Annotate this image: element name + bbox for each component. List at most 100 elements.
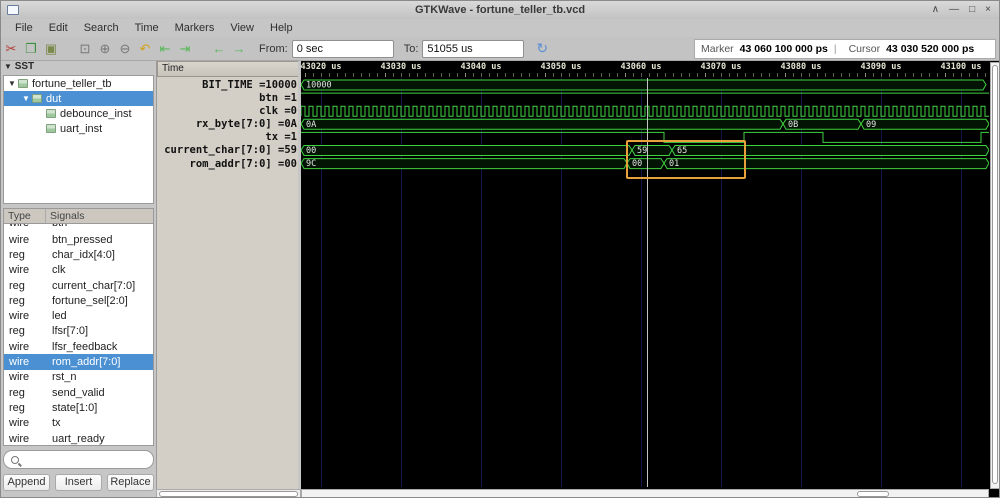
back-icon[interactable]: ← — [209, 39, 229, 59]
copy-icon[interactable]: ❐ — [21, 39, 41, 59]
signal-name-value[interactable]: BIT_TIME =10000 — [157, 79, 301, 92]
to-start-icon[interactable]: ⇤ — [155, 39, 175, 59]
window-title: GTKWave - fortune_teller_tb.vcd — [414, 4, 586, 16]
tree-item-dut[interactable]: ▼ dut — [4, 91, 153, 106]
marker-label: Marker — [701, 43, 734, 55]
waveform-panel[interactable]: 43020 us 43030 us 43040 us 43050 us 43060 us… — [301, 61, 999, 497]
signals-column-header[interactable]: Signals — [46, 209, 88, 223]
from-input[interactable] — [291, 39, 394, 58]
signal-row-fortune_sel[2:0][interactable]: reg fortune_sel[2:0] — [4, 293, 153, 308]
signal-row-btn[interactable]: wirebtn — [4, 224, 153, 232]
signal-row-lfsr[7:0][interactable]: reg lfsr[7:0] — [4, 324, 153, 339]
shade-button[interactable]: ∧ — [932, 1, 939, 19]
time-axis[interactable]: 43020 us 43030 us 43040 us 43050 us 43060 us… — [301, 61, 989, 78]
title-bar[interactable]: GTKWave - fortune_teller_tb.vcd ∧ — □ × — [1, 1, 999, 19]
signal-name-value[interactable]: clk =0 — [157, 105, 301, 118]
signal-type: wire — [9, 432, 30, 445]
menu-help[interactable]: Help — [262, 20, 301, 36]
signal-name-value[interactable]: current_char[7:0] =59 — [157, 144, 301, 157]
tree-item-label: fortune_teller_tb — [32, 77, 112, 90]
menu-view[interactable]: View — [222, 20, 262, 36]
signal-row-lfsr_feedback[interactable]: wire lfsr_feedback — [4, 339, 153, 354]
zoom-in-icon[interactable]: ⊕ — [95, 39, 115, 59]
time-tick-label: 43040 us — [460, 62, 502, 72]
cursor-label: Cursor — [848, 43, 881, 55]
wave-vscrollbar[interactable] — [990, 62, 999, 489]
signal-row-char_idx[4:0][interactable]: reg char_idx[4:0] — [4, 247, 153, 262]
wave-hscrollbar[interactable] — [301, 489, 989, 497]
signal-name-value[interactable]: rx_byte[7:0] =0A — [157, 118, 301, 131]
highlight-annotation-box — [626, 140, 746, 179]
wave-vscrollbar-thumb[interactable] — [992, 65, 998, 484]
signal-table: Type Signals wirebtnwirebtn_pressedregch… — [3, 208, 154, 446]
signal-row-state[1:0][interactable]: reg state[1:0] — [4, 400, 153, 415]
time-tick-label: 43030 us — [380, 62, 422, 72]
bus-segment-current_char[7:0][interactable] — [301, 145, 633, 156]
signal-row-rst_n[interactable]: wire rst_n — [4, 370, 153, 385]
tree-item-fortune_teller_tb[interactable]: ▼ fortune_teller_tb — [4, 76, 153, 91]
type-column-header[interactable]: Type — [4, 209, 46, 223]
module-icon — [46, 124, 56, 133]
signal-name-value[interactable]: rom_addr[7:0] =00 — [157, 158, 301, 171]
maximize-button[interactable]: □ — [969, 1, 975, 19]
signal-name-value[interactable]: btn =1 — [157, 92, 301, 105]
bus-value-label: 00 — [306, 146, 316, 156]
zoom-fit-icon[interactable]: ⊡ — [75, 39, 95, 59]
signal-name-value[interactable]: tx =1 — [157, 131, 301, 144]
signal-row-led[interactable]: wire led — [4, 308, 153, 323]
tree-item-label: debounce_inst — [60, 107, 132, 120]
to-input[interactable] — [422, 39, 525, 58]
bus-segment-rom_addr[7:0][interactable] — [301, 158, 628, 170]
paste-icon[interactable]: ▣ — [41, 39, 61, 59]
signal-row-send_valid[interactable]: reg send_valid — [4, 385, 153, 400]
wave-hscrollbar-thumb[interactable] — [857, 491, 889, 497]
signal-type: wire — [9, 371, 30, 384]
reload-icon[interactable]: ↻ — [536, 40, 548, 57]
minimize-button[interactable]: — — [949, 1, 959, 19]
signal-row-tx[interactable]: wire tx — [4, 416, 153, 431]
bus-segment-rx_byte[7:0][interactable] — [860, 118, 989, 130]
append-button[interactable]: Append — [3, 474, 50, 491]
signal-row-rom_addr[7:0][interactable]: wire rom_addr[7:0] — [4, 354, 153, 370]
clock-wave-clk[interactable] — [301, 105, 989, 117]
menu-time[interactable]: Time — [127, 20, 167, 36]
signal-type: wire — [9, 356, 30, 369]
menu-search[interactable]: Search — [76, 20, 127, 36]
expander-icon[interactable]: ▼ — [20, 94, 32, 103]
tree-item-debounce_inst[interactable]: debounce_inst — [4, 106, 153, 121]
cut-icon[interactable]: ✂ — [1, 39, 21, 59]
time-tick-label: 43050 us — [540, 62, 582, 72]
menu-edit[interactable]: Edit — [41, 20, 76, 36]
close-button[interactable]: × — [985, 1, 991, 19]
signal-row-clk[interactable]: wire clk — [4, 263, 153, 278]
forward-icon[interactable]: → — [229, 39, 249, 59]
signal-type: reg — [9, 401, 25, 414]
readout-divider: | — [833, 43, 837, 55]
menu-markers[interactable]: Markers — [167, 20, 223, 36]
zoom-out-icon[interactable]: ⊖ — [115, 39, 135, 59]
signal-search-input[interactable] — [3, 450, 154, 469]
toolbar: ✂❐▣ ⊡⊕⊖↶⇤⇥ ←→ From: To: ↻ Marker 43 060 10… — [1, 37, 999, 61]
time-tick-label: 43090 us — [860, 62, 902, 72]
signal-name: rst_n — [52, 371, 77, 384]
replace-button[interactable]: Replace — [107, 474, 154, 491]
collapse-triangle-icon[interactable]: ▼ — [4, 62, 12, 71]
time-tick-label: 43070 us — [700, 62, 742, 72]
from-label: From: — [259, 42, 288, 55]
time-header[interactable]: Time — [157, 61, 301, 77]
names-hscrollbar[interactable] — [156, 489, 301, 497]
signal-row-btn_pressed[interactable]: wire btn_pressed — [4, 232, 153, 247]
expander-icon[interactable]: ▼ — [6, 79, 18, 88]
signal-row-current_char[7:0][interactable]: reg current_char[7:0] — [4, 278, 153, 293]
to-end-icon[interactable]: ⇥ — [175, 39, 195, 59]
signal-row-uart_ready[interactable]: wire uart_ready — [4, 431, 153, 445]
tree-item-uart_inst[interactable]: uart_inst — [4, 121, 153, 136]
names-hscrollbar-thumb[interactable] — [159, 491, 298, 497]
zoom-undo-icon[interactable]: ↶ — [135, 39, 155, 59]
sst-panel-header[interactable]: ▼ SST — [1, 61, 156, 75]
bus-segment-BIT_TIME[interactable] — [301, 79, 987, 91]
menu-file[interactable]: File — [7, 20, 41, 36]
bus-segment-rx_byte[7:0][interactable] — [301, 118, 784, 130]
insert-button[interactable]: Insert — [55, 474, 102, 491]
gtkwave-window: GTKWave - fortune_teller_tb.vcd ∧ — □ × Fil… — [0, 0, 1000, 498]
